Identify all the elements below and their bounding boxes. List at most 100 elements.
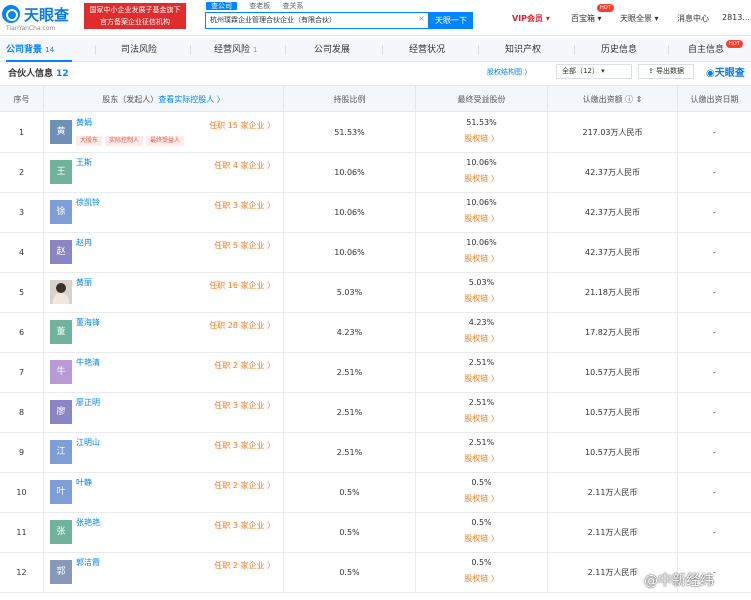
tab-legal-risk[interactable]: 司法风险 — [121, 38, 157, 62]
holder-name-link[interactable]: 黄丽 — [76, 277, 92, 288]
holder-name-link[interactable]: 王斯 — [76, 157, 92, 168]
tab-company-background[interactable]: 公司背景 14 — [6, 38, 72, 62]
search-button[interactable]: 天眼一下 — [429, 12, 473, 29]
banner-line-2: 官方备案企业征信机构 — [100, 18, 170, 26]
equity-chain-link[interactable]: 股权链 〉 — [416, 333, 547, 344]
holder-name-link[interactable]: 江明山 — [76, 437, 100, 448]
table-row: 9 江江明山 任职 3 家企业 〉 2.51% 2.51% 股权链 〉 10.57万人民币 - — [0, 433, 751, 473]
credit-banner[interactable]: 国家中小企业发展子基金旗下 官方备案企业征信机构 — [84, 3, 186, 29]
equity-chain-link[interactable]: 股权链 〉 — [416, 293, 547, 304]
view-actual-controller-link[interactable]: 查看实际控股人 〉 — [158, 95, 225, 104]
final-benefit-ratio: 10.06% — [466, 198, 497, 207]
avatar[interactable]: 郭 — [50, 560, 72, 584]
col-date: 认缴出资日期 — [690, 95, 739, 104]
table-row: 11 张张艳艳 任职 3 家企业 〉 0.5% 0.5% 股权链 〉 2.11万人民币 - — [0, 513, 751, 553]
baibaoxiang-menu[interactable]: 百宝箱 ▾ HOT — [571, 4, 614, 24]
holder-positions-link[interactable]: 任职 4 家企业 〉 — [214, 160, 275, 171]
tab-operating-status[interactable]: 经营状况 — [409, 38, 445, 62]
equity-chain-link[interactable]: 股权链 〉 — [416, 493, 547, 504]
tab-self-info[interactable]: 自主信息 HOT — [688, 38, 743, 62]
col-capital[interactable]: 认缴出资额 ⓘ ⇕ — [548, 86, 678, 113]
equity-chain-link[interactable]: 股权链 〉 — [416, 573, 547, 584]
tab-intellectual-property[interactable]: 知识产权 — [505, 38, 541, 62]
row-index: 6 — [0, 313, 44, 353]
holder-positions-link[interactable]: 任职 3 家企业 〉 — [214, 200, 275, 211]
search-tab-company[interactable]: 查公司 — [206, 2, 237, 10]
table-row: 3 徐徐凯铃 任职 3 家企业 〉 10.06% 10.06% 股权链 〉 42.37万人民… — [0, 193, 751, 233]
avatar[interactable]: 徐 — [50, 200, 72, 224]
tab-business-risk[interactable]: 经营风险 1 — [214, 38, 257, 62]
table-row: 5 黄丽 任职 16 家企业 〉 5.03% 5.03% 股权链 〉 21.18万人民币 - — [0, 273, 751, 313]
tab-divider — [478, 45, 479, 55]
holder-name-link[interactable]: 徐凯铃 — [76, 197, 100, 208]
export-label: 导出数据 — [656, 67, 685, 75]
holder-positions-link[interactable]: 任职 2 家企业 〉 — [214, 480, 275, 491]
holder-positions-link[interactable]: 任职 3 家企业 〉 — [214, 400, 275, 411]
equity-chain-link[interactable]: 股权链 〉 — [416, 133, 547, 144]
site-logo[interactable]: 天眼查 TianYanCha.com — [2, 3, 80, 33]
export-button[interactable]: ⇪ 导出数据 — [638, 64, 694, 79]
holder-cell: 叶叶静 任职 2 家企业 〉 — [44, 473, 284, 513]
holder-positions-link[interactable]: 任职 5 家企业 〉 — [214, 240, 275, 251]
equity-chain-link[interactable]: 股权链 〉 — [416, 253, 547, 264]
holder-positions-link[interactable]: 任职 2 家企业 〉 — [214, 360, 275, 371]
holder-positions-link[interactable]: 任职 3 家企业 〉 — [214, 520, 275, 531]
final-benefit-cell: 10.06% 股权链 〉 — [416, 193, 548, 233]
avatar[interactable]: 王 — [50, 160, 72, 184]
avatar[interactable]: 江 — [50, 440, 72, 464]
user-account[interactable]: 2813... — [722, 13, 750, 22]
tab-label: 历史信息 — [601, 45, 638, 55]
filter-select[interactable]: 全部（12） ▾ — [556, 64, 632, 79]
tianyan-global-menu[interactable]: 天眼全景 ▾ — [620, 13, 659, 24]
holder-name-link[interactable]: 廖正明 — [76, 397, 100, 408]
search-tab-boss[interactable]: 查老板 — [249, 2, 270, 10]
holder-cell: 黄丽 任职 16 家企业 〉 — [44, 273, 284, 313]
equity-chain-link[interactable]: 股权链 〉 — [416, 413, 547, 424]
holder-name-link[interactable]: 董海锋 — [76, 317, 100, 328]
subscribed-date: - — [713, 168, 716, 177]
avatar[interactable]: 张 — [50, 520, 72, 544]
baibaoxiang-label: 百宝箱 ▾ — [571, 14, 602, 23]
avatar[interactable]: 叶 — [50, 480, 72, 504]
holder-name-link[interactable]: 叶静 — [76, 477, 92, 488]
avatar[interactable]: 牛 — [50, 360, 72, 384]
section-title: 合伙人信息 12 — [8, 66, 69, 79]
search-tab-relation[interactable]: 查关系 — [282, 2, 303, 10]
avatar[interactable]: 廖 — [50, 400, 72, 424]
avatar[interactable] — [50, 280, 72, 304]
holder-positions-link[interactable]: 任职 3 家企业 〉 — [214, 440, 275, 451]
holder-cell: 牛牛艳清 任职 2 家企业 〉 — [44, 353, 284, 393]
avatar[interactable]: 赵 — [50, 240, 72, 264]
clear-search-icon[interactable]: × — [418, 14, 425, 23]
equity-chain-link[interactable]: 股权链 〉 — [416, 213, 547, 224]
final-benefit-ratio: 0.5% — [471, 478, 492, 487]
message-center-link[interactable]: 消息中心 — [677, 13, 709, 24]
avatar[interactable]: 董 — [50, 320, 72, 344]
tab-history[interactable]: 历史信息 — [601, 38, 637, 62]
holder-positions-link[interactable]: 任职 16 家企业 〉 — [209, 280, 275, 291]
equity-chain-link[interactable]: 股权链 〉 — [416, 533, 547, 544]
holder-positions-link[interactable]: 任职 28 家企业 〉 — [209, 320, 275, 331]
final-benefit-cell: 5.03% 股权链 〉 — [416, 273, 548, 313]
table-row: 12 郭郭洁霞 任职 2 家企业 〉 0.5% 0.5% 股权链 〉 2.11万人民币 - — [0, 553, 751, 593]
vip-menu[interactable]: VIP会员 ▾ — [512, 13, 550, 24]
search-input[interactable]: 杭州璞霖企业管理合伙企业（有限合伙） — [205, 12, 429, 29]
holder-name-link[interactable]: 赵冉 — [76, 237, 92, 248]
equity-chain-link[interactable]: 股权链 〉 — [416, 373, 547, 384]
holder-name-link[interactable]: 黄娟 — [76, 117, 92, 128]
final-benefit-cell: 51.53% 股权链 〉 — [416, 113, 548, 153]
avatar[interactable]: 黄 — [50, 120, 72, 144]
holder-name-link[interactable]: 牛艳清 — [76, 357, 100, 368]
holder-positions-link[interactable]: 任职 2 家企业 〉 — [214, 560, 275, 571]
equity-chain-link[interactable]: 股权链 〉 — [416, 453, 547, 464]
holding-ratio: 2.51% — [284, 393, 416, 433]
holder-name-link[interactable]: 张艳艳 — [76, 517, 100, 528]
equity-chain-link[interactable]: 股权链 〉 — [416, 173, 547, 184]
subscribed-capital: 2.11万人民币 — [548, 513, 678, 553]
subscribed-capital: 42.37万人民币 — [548, 153, 678, 193]
holder-positions-link[interactable]: 任职 15 家企业 〉 — [209, 120, 275, 131]
equity-structure-link[interactable]: 股权结构图 〉 — [487, 67, 531, 77]
logo-subtitle: TianYanCha.com — [6, 25, 56, 32]
tab-company-development[interactable]: 公司发展 — [314, 38, 350, 62]
holder-name-link[interactable]: 郭洁霞 — [76, 557, 100, 568]
